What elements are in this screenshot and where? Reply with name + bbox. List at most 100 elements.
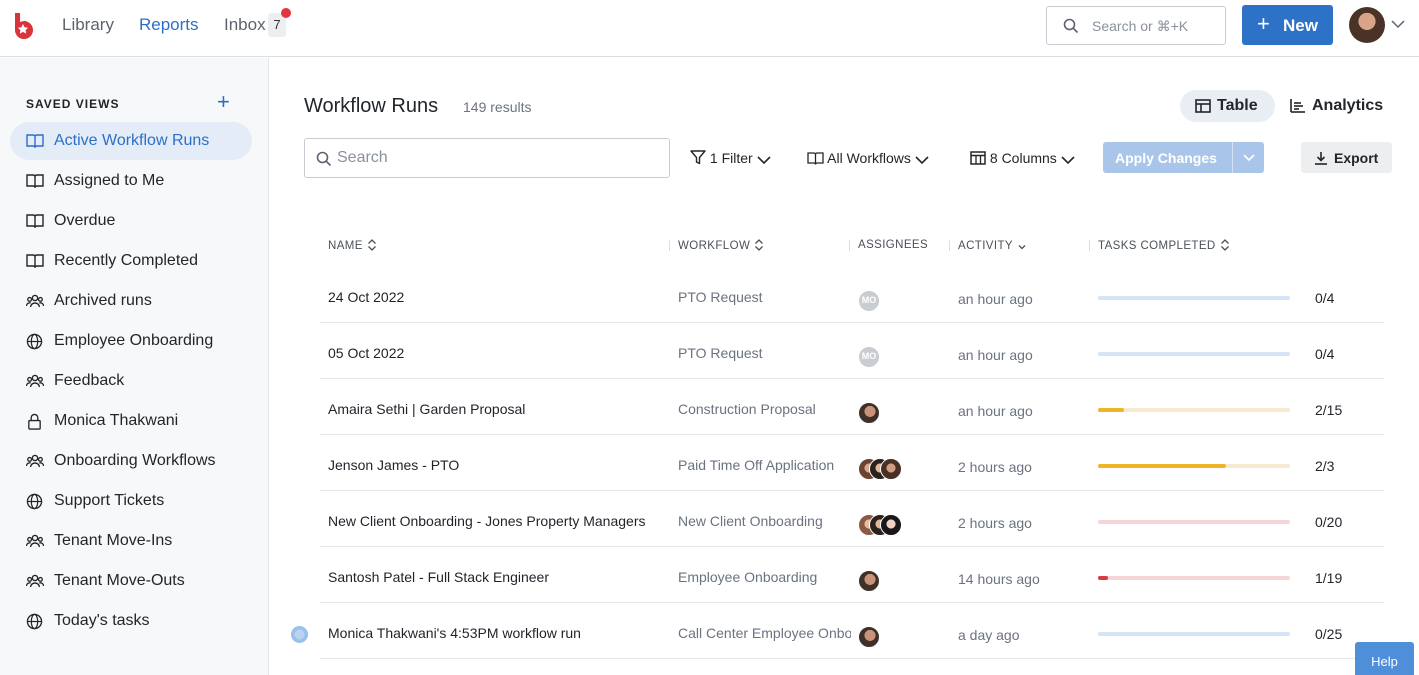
filter-dropdown[interactable]: 1 Filter xyxy=(690,150,771,166)
run-name[interactable]: 05 Oct 2022 xyxy=(328,345,404,361)
workflow-name[interactable]: Call Center Employee Onboarding xyxy=(678,625,851,641)
runs-search xyxy=(304,138,670,178)
workflows-dropdown[interactable]: All Workflows xyxy=(807,150,929,166)
progress-fill xyxy=(1098,576,1109,580)
run-name[interactable]: Amaira Sethi | Garden Proposal xyxy=(328,401,525,417)
table-row[interactable]: Monica Thakwani's 4:53PM workflow run Cal… xyxy=(320,603,1384,659)
sort-icon xyxy=(1220,239,1229,251)
sidebar-item-label: Employee Onboarding xyxy=(54,332,214,349)
user-avatar[interactable] xyxy=(1349,7,1385,43)
table-view-toggle[interactable]: Table xyxy=(1180,90,1275,122)
sidebar-item-label: Tenant Move-Ins xyxy=(54,532,173,549)
sidebar-item[interactable]: Monica Thakwani xyxy=(10,402,252,440)
sidebar-item[interactable]: Support Tickets xyxy=(10,482,252,520)
activity-time: an hour ago xyxy=(958,403,1033,419)
workflow-name[interactable]: Paid Time Off Application xyxy=(678,457,851,473)
sidebar-item-label: Support Tickets xyxy=(54,492,165,509)
workflow-name[interactable]: Construction Proposal xyxy=(678,401,851,417)
run-name[interactable]: Santosh Patel - Full Stack Engineer xyxy=(328,569,549,585)
sidebar-item[interactable]: Active Workflow Runs xyxy=(10,122,252,160)
tasks-count: 0/4 xyxy=(1315,346,1335,362)
workflow-name[interactable]: PTO Request xyxy=(678,289,851,305)
sidebar-item[interactable]: Archived runs xyxy=(10,282,252,320)
sidebar-item[interactable]: Today's tasks xyxy=(10,602,252,640)
download-icon xyxy=(1315,152,1327,165)
sidebar-item[interactable]: Assigned to Me xyxy=(10,162,252,200)
chevron-down-icon[interactable] xyxy=(1243,154,1255,162)
workflow-name[interactable]: New Client Onboarding xyxy=(678,513,851,529)
column-header-activity[interactable]: ACTIVITY xyxy=(958,239,1027,252)
column-header-name[interactable]: NAME xyxy=(328,239,377,252)
sidebar-item[interactable]: Employee Onboarding xyxy=(10,322,252,360)
apply-changes-button[interactable]: Apply Changes xyxy=(1103,142,1264,173)
export-button[interactable]: Export xyxy=(1301,142,1392,173)
assignee-avatar[interactable] xyxy=(858,626,880,648)
sidebar-item-label: Onboarding Workflows xyxy=(54,452,216,469)
workflow-name[interactable]: PTO Request xyxy=(678,345,851,361)
assignee-avatar[interactable] xyxy=(858,402,880,424)
sidebar-item[interactable]: Recently Completed xyxy=(10,242,252,280)
globe-icon xyxy=(26,333,44,350)
run-name[interactable]: Monica Thakwani's 4:53PM workflow run xyxy=(328,625,581,641)
workflow-name[interactable]: Employee Onboarding xyxy=(678,569,851,585)
columns-dropdown[interactable]: 8 Columns xyxy=(970,150,1075,166)
progress-bar xyxy=(1098,296,1290,300)
sidebar-item-label: Tenant Move-Outs xyxy=(54,572,185,589)
table-view-label: Table xyxy=(1217,97,1258,114)
chevron-down-icon xyxy=(915,156,929,165)
chevron-down-icon[interactable] xyxy=(1391,20,1405,29)
sidebar-item[interactable]: Tenant Move-Ins xyxy=(10,522,252,560)
sidebar-item[interactable]: Tenant Move-Outs xyxy=(10,562,252,600)
tasks-count: 1/19 xyxy=(1315,570,1343,586)
table-row[interactable]: New Client Onboarding - Jones Property M… xyxy=(320,491,1384,547)
sidebar-item[interactable]: Overdue xyxy=(10,202,252,240)
add-view-icon[interactable]: + xyxy=(217,91,230,113)
assignee-avatar[interactable]: MO xyxy=(858,346,880,368)
sidebar-item-label: Overdue xyxy=(54,212,116,229)
filter-icon xyxy=(690,150,706,165)
page-title: Workflow Runs xyxy=(304,95,439,117)
nav-reports[interactable]: Reports xyxy=(139,15,199,35)
sidebar-item[interactable]: Feedback xyxy=(10,362,252,400)
table-row[interactable]: 24 Oct 2022 PTO Request MO an hour ago 0/4 xyxy=(320,267,1384,323)
nav-library[interactable]: Library xyxy=(62,15,114,35)
progress-bar xyxy=(1098,352,1290,356)
assignee-avatar[interactable] xyxy=(858,570,880,592)
run-name[interactable]: Jenson James - PTO xyxy=(328,457,459,473)
table-row[interactable]: 05 Oct 2022 PTO Request MO an hour ago 0/4 xyxy=(320,323,1384,379)
new-button[interactable]: + New xyxy=(1242,5,1333,45)
global-search-input[interactable]: Search or ⌘+K xyxy=(1046,6,1226,45)
activity-time: 2 hours ago xyxy=(958,515,1032,531)
activity-time: an hour ago xyxy=(958,291,1033,307)
column-header-assignees: ASSIGNEES xyxy=(858,239,928,251)
table-row[interactable]: Santosh Patel - Full Stack Engineer Emplo… xyxy=(320,547,1384,603)
assignee-avatar[interactable] xyxy=(880,458,902,480)
sidebar-item-label: Today's tasks xyxy=(54,612,150,629)
assignee-avatar[interactable] xyxy=(880,514,902,536)
app-logo-icon[interactable] xyxy=(12,13,34,39)
search-icon xyxy=(316,151,332,167)
search-icon xyxy=(1063,18,1079,34)
lock-icon xyxy=(26,413,44,430)
column-header-workflow[interactable]: WORKFLOW xyxy=(678,239,764,252)
book-icon xyxy=(26,133,44,149)
column-header-workflow-label: WORKFLOW xyxy=(678,240,751,252)
export-label: Export xyxy=(1334,150,1379,166)
globe-icon xyxy=(26,613,44,630)
table-row[interactable]: Amaira Sethi | Garden Proposal Constructi… xyxy=(320,379,1384,435)
sidebar-item[interactable]: Onboarding Workflows xyxy=(10,442,252,480)
assignee-avatar[interactable]: MO xyxy=(858,290,880,312)
analytics-view-label: Analytics xyxy=(1312,97,1384,114)
apply-changes-label: Apply Changes xyxy=(1115,150,1217,166)
tasks-count: 2/15 xyxy=(1315,402,1343,418)
run-name[interactable]: 24 Oct 2022 xyxy=(328,289,404,305)
nav-inbox[interactable]: Inbox xyxy=(224,15,266,35)
column-divider xyxy=(669,240,670,251)
column-header-tasks[interactable]: TASKS COMPLETED xyxy=(1098,239,1230,252)
run-name[interactable]: New Client Onboarding - Jones Property M… xyxy=(328,513,646,529)
help-button[interactable]: Help xyxy=(1355,642,1414,675)
table-row[interactable]: Jenson James - PTO Paid Time Off Applicat… xyxy=(320,435,1384,491)
results-count: 149 results xyxy=(463,99,532,115)
columns-icon xyxy=(970,151,986,165)
runs-search-input[interactable] xyxy=(337,147,657,169)
